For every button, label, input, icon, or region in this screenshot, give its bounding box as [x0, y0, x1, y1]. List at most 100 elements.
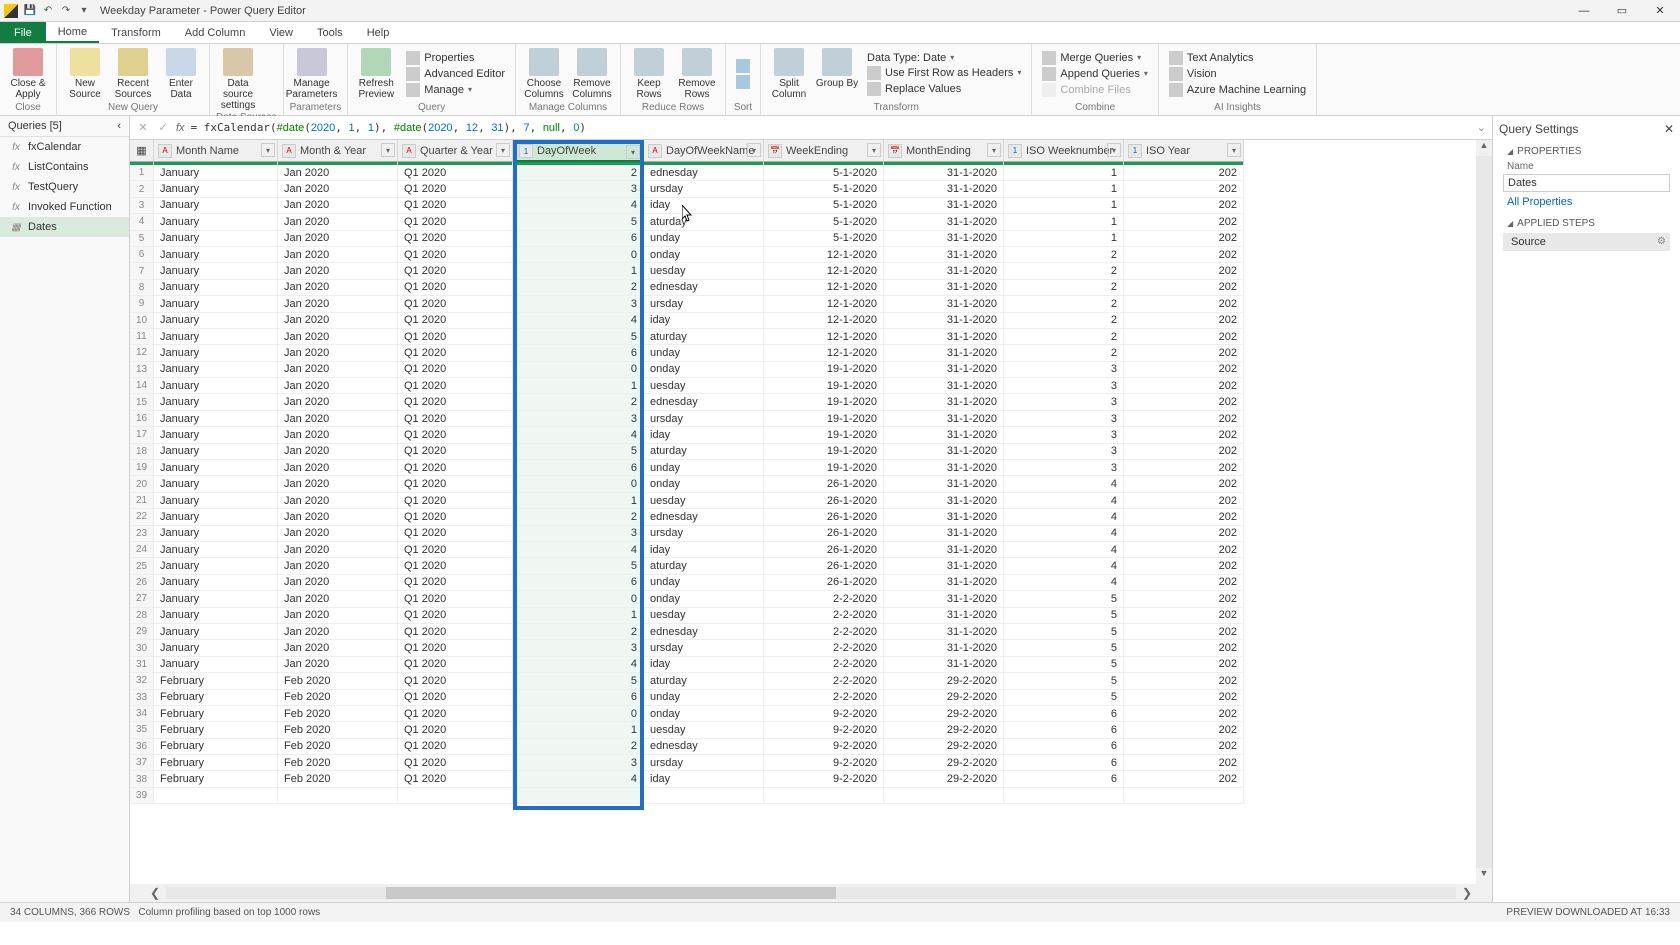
cell[interactable]: 2 — [1004, 329, 1124, 345]
cell[interactable]: January — [154, 411, 278, 427]
cell[interactable]: January — [154, 657, 278, 673]
cell[interactable]: January — [154, 198, 278, 214]
cell[interactable]: 31-1-2020 — [884, 509, 1004, 525]
cell[interactable]: Q1 2020 — [398, 165, 513, 181]
cell[interactable]: 31-1-2020 — [884, 214, 1004, 230]
recent-sources-button[interactable]: Recent Sources — [111, 46, 155, 101]
row-number[interactable]: 21 — [130, 493, 154, 509]
cell[interactable]: 202 — [1124, 362, 1244, 378]
column-header-quarter-year[interactable]: AQuarter & Year▾ — [398, 140, 513, 162]
row-number[interactable]: 8 — [130, 280, 154, 296]
tab-view[interactable]: View — [257, 22, 305, 43]
cell[interactable]: 26-1-2020 — [764, 476, 884, 492]
cell[interactable]: Jan 2020 — [278, 558, 398, 574]
query-name-input[interactable]: Dates — [1503, 174, 1670, 192]
cell[interactable]: ursday — [644, 755, 764, 771]
cell[interactable]: 202 — [1124, 575, 1244, 591]
scroll-left-icon[interactable]: ❮ — [150, 886, 160, 900]
cell[interactable]: Jan 2020 — [278, 165, 398, 181]
cell[interactable]: 202 — [1124, 296, 1244, 312]
cell[interactable]: 6 — [513, 460, 644, 476]
cell[interactable]: 3 — [513, 755, 644, 771]
column-filter-button[interactable]: ▾ — [496, 143, 510, 157]
column-filter-button[interactable]: ▾ — [1107, 143, 1121, 157]
cell[interactable]: ednesday — [644, 739, 764, 755]
manage-parameters-button[interactable]: Manage Parameters — [290, 46, 334, 101]
cell[interactable]: 2 — [1004, 263, 1124, 279]
column-header-dayofweekname[interactable]: ADayOfWeekName▾ — [644, 140, 764, 162]
cell[interactable]: 26-1-2020 — [764, 509, 884, 525]
cell[interactable]: iday — [644, 657, 764, 673]
cell[interactable] — [1124, 788, 1244, 804]
column-filter-button[interactable]: ▾ — [626, 145, 640, 159]
column-header-iso-year[interactable]: 1ISO Year▾ — [1124, 140, 1244, 162]
cell[interactable]: 202 — [1124, 345, 1244, 361]
cell[interactable]: 6 — [1004, 722, 1124, 738]
cell[interactable]: 9-2-2020 — [764, 722, 884, 738]
horizontal-scrollbar[interactable]: ❮ ❯ — [130, 884, 1492, 902]
cell[interactable]: aturday — [644, 329, 764, 345]
cell[interactable]: 31-1-2020 — [884, 394, 1004, 410]
cell[interactable]: 202 — [1124, 231, 1244, 247]
cell[interactable]: Q1 2020 — [398, 690, 513, 706]
cell[interactable]: Feb 2020 — [278, 706, 398, 722]
cell[interactable]: 26-1-2020 — [764, 542, 884, 558]
cell[interactable]: Q1 2020 — [398, 526, 513, 542]
group-by-button[interactable]: Group By — [815, 46, 859, 101]
cell[interactable]: Jan 2020 — [278, 329, 398, 345]
row-number[interactable]: 4 — [130, 214, 154, 230]
tab-tools[interactable]: Tools — [305, 22, 355, 43]
cell[interactable]: 31-1-2020 — [884, 181, 1004, 197]
cell[interactable]: Jan 2020 — [278, 427, 398, 443]
choose-columns-button[interactable]: Choose Columns — [522, 46, 566, 101]
row-number[interactable]: 12 — [130, 345, 154, 361]
cell[interactable]: 5 — [1004, 591, 1124, 607]
cell[interactable]: 202 — [1124, 771, 1244, 787]
cell[interactable]: 1 — [513, 493, 644, 509]
cell[interactable]: 4 — [1004, 493, 1124, 509]
cell[interactable]: January — [154, 493, 278, 509]
cell[interactable]: 0 — [513, 247, 644, 263]
row-number[interactable]: 29 — [130, 624, 154, 640]
cell[interactable]: 202 — [1124, 624, 1244, 640]
cell[interactable]: January — [154, 394, 278, 410]
cell[interactable]: ursday — [644, 526, 764, 542]
cell[interactable]: 4 — [513, 542, 644, 558]
applied-steps-label[interactable]: APPLIED STEPS — [1499, 212, 1674, 231]
cell[interactable]: 3 — [513, 640, 644, 656]
cell[interactable]: January — [154, 608, 278, 624]
row-number[interactable]: 13 — [130, 362, 154, 378]
refresh-preview-button[interactable]: Refresh Preview — [354, 46, 398, 101]
cell[interactable]: unday — [644, 575, 764, 591]
cell[interactable]: 19-1-2020 — [764, 444, 884, 460]
cell[interactable]: 31-1-2020 — [884, 313, 1004, 329]
close-settings-icon[interactable]: ✕ — [1664, 122, 1674, 136]
row-number[interactable]: 1 — [130, 165, 154, 181]
cell[interactable]: 202 — [1124, 411, 1244, 427]
cell[interactable]: 1 — [1004, 165, 1124, 181]
cell[interactable]: unday — [644, 690, 764, 706]
cell[interactable] — [644, 788, 764, 804]
cell[interactable]: 4 — [1004, 575, 1124, 591]
cell[interactable]: Jan 2020 — [278, 214, 398, 230]
cell[interactable]: 202 — [1124, 247, 1244, 263]
cell[interactable]: 9-2-2020 — [764, 755, 884, 771]
cell[interactable]: ednesday — [644, 280, 764, 296]
cell[interactable]: Jan 2020 — [278, 624, 398, 640]
cell[interactable]: Q1 2020 — [398, 181, 513, 197]
cell[interactable]: 5 — [1004, 673, 1124, 689]
cell[interactable]: onday — [644, 476, 764, 492]
cell[interactable]: Q1 2020 — [398, 444, 513, 460]
combine-files-button[interactable]: Combine Files — [1038, 82, 1152, 98]
cell[interactable]: 2-2-2020 — [764, 591, 884, 607]
cell[interactable]: January — [154, 280, 278, 296]
qa-redo-icon[interactable]: ↷ — [58, 3, 74, 19]
column-filter-button[interactable]: ▾ — [261, 143, 275, 157]
cell[interactable]: iday — [644, 542, 764, 558]
cell[interactable]: 31-1-2020 — [884, 460, 1004, 476]
cell[interactable]: 1 — [513, 608, 644, 624]
select-all-corner[interactable]: ▦ — [130, 140, 154, 162]
manage-button[interactable]: Manage▾ — [402, 82, 509, 98]
cell[interactable]: 1 — [1004, 181, 1124, 197]
cell[interactable]: Q1 2020 — [398, 608, 513, 624]
